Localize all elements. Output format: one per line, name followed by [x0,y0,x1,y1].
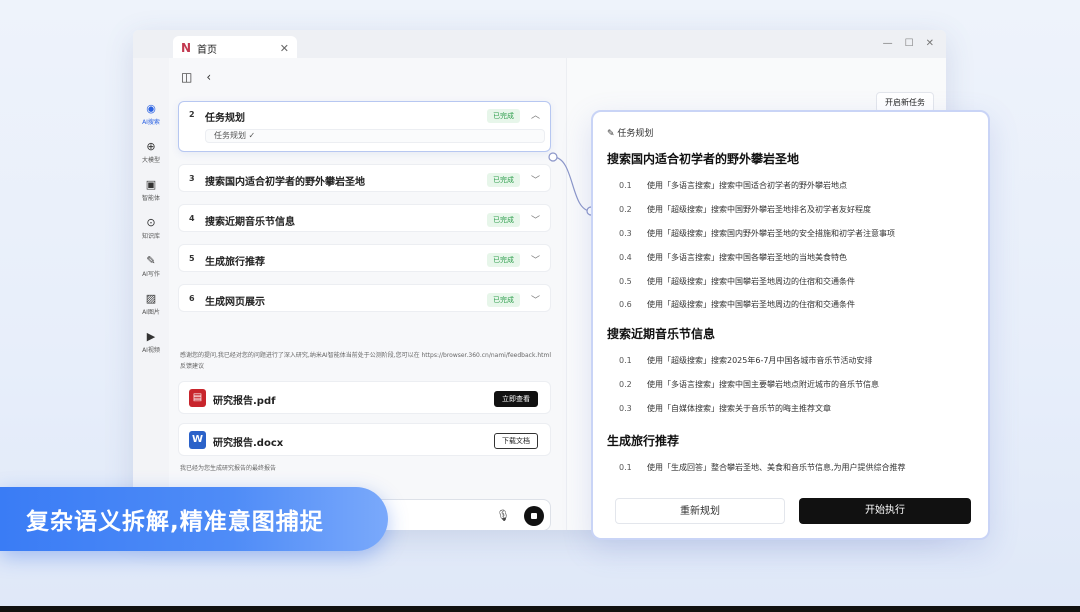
start-execution-button[interactable]: 开始执行 [799,498,971,524]
stop-button[interactable] [524,506,544,526]
promo-banner: 复杂语义拆解,精准意图捕捉 [0,487,388,551]
banner-text: 复杂语义拆解,精准意图捕捉 [26,509,324,535]
plan-step: 0.3 使用「自媒体搜索」搜索关于音乐节的晦主推荐文章 [619,404,831,413]
rail-item-agent[interactable]: ▣ 智能体 [133,178,169,202]
sidebar-toggle-icon[interactable]: ◫ [181,70,192,84]
plan-header: ✎ 任务规划 [607,129,654,139]
rail-item-writing[interactable]: ✎ AI写作 [133,254,169,278]
status-badge: 已完成 [487,213,520,227]
agent-icon: ▣ [145,178,157,191]
plan-card: ✎ 任务规划 搜索国内适合初学者的野外攀岩圣地 0.1 使用「多语言搜索」搜索中国… [591,110,990,540]
feedback-notice: 感谢您的提问,我已经对您的问题进行了深入研究,纳米AI智能体当前处于公测阶段,您… [180,352,552,370]
window-close-icon[interactable]: ✕ [926,38,934,49]
replan-button[interactable]: 重新规划 [615,498,785,524]
chevron-down-icon[interactable]: ﹀ [531,253,540,266]
search-icon: ◉ [146,102,156,115]
task-item[interactable]: 4 搜索近期音乐节信息 已完成 ﹀ [178,204,551,232]
section-title: 搜索近期音乐节信息 [607,327,716,341]
plan-step: 0.2 使用「多语言搜索」搜索中国主要攀岩地点附近城市的音乐节信息 [619,380,879,389]
knowledge-icon: ⊙ [146,216,156,229]
rail-item-video[interactable]: ▶ AI视频 [133,330,169,354]
chevron-up-icon[interactable]: ︿ [531,108,540,121]
minimize-icon[interactable]: — [883,38,893,49]
file-card-pdf[interactable]: ▤ 研究报告.pdf 立即查看 [178,381,551,414]
tab-home[interactable]: N 首页 ✕ [173,36,297,60]
download-doc-button[interactable]: 下载文档 [494,433,538,449]
plan-step: 0.1 使用「超级搜索」搜索2025年6-7月中国各城市音乐节活动安排 [619,356,873,365]
report-note: 我已经为您生成研究报告的最终报告 [180,465,277,472]
status-badge: 已完成 [487,109,520,123]
plan-step: 0.5 使用「超级搜索」搜索中国攀岩圣地周边的住宿和交通条件 [619,277,855,286]
chevron-down-icon[interactable]: ﹀ [531,213,540,226]
tab-label: 首页 [197,44,218,56]
subtask-tag: 任务规划 ✓ [205,129,545,143]
window-controls: — ☐ ✕ [883,38,934,49]
plan-step: 0.2 使用「超级搜索」搜索中国野外攀岩圣地排名及初学者友好程度 [619,205,871,214]
image-icon: ▨ [145,292,157,305]
left-rail: ◉ AI搜索 ⊕ 大模型 ▣ 智能体 ⊙ 知识库 ✎ AI写作 ▨ AI图片 ▶… [133,58,169,530]
rail-item-knowledge[interactable]: ⊙ 知识库 [133,216,169,240]
task-item[interactable]: 5 生成旅行推荐 已完成 ﹀ [178,244,551,272]
rail-item-ai-search[interactable]: ◉ AI搜索 [133,102,169,126]
close-icon[interactable]: ✕ [280,42,289,55]
view-now-button[interactable]: 立即查看 [494,391,538,407]
back-icon[interactable]: ‹ [206,70,211,84]
word-icon: W [189,431,206,449]
main-toolbar: ◫ ‹ [181,70,211,84]
plan-step: 0.1 使用「生成回答」整合攀岩圣地、美食和音乐节信息,为用户提供综合推荐 [619,463,906,472]
status-badge: 已完成 [487,293,520,307]
edit-icon: ✎ [607,129,618,139]
pdf-icon: ▤ [189,389,206,407]
task-item[interactable]: 3 搜索国内适合初学者的野外攀岩圣地 已完成 ﹀ [178,164,551,192]
task-item[interactable]: 2 任务规划 已完成 ︿ 任务规划 ✓ [178,101,551,152]
plan-step: 0.1 使用「多语言搜索」搜索中国适合初学者的野外攀岩地点 [619,181,847,190]
pen-icon: ✎ [146,254,156,267]
model-icon: ⊕ [146,140,156,153]
plan-step: 0.4 使用「多语言搜索」搜索中国各攀岩圣地的当地美食特色 [619,253,847,262]
rail-item-image[interactable]: ▨ AI图片 [133,292,169,316]
file-card-docx[interactable]: W 研究报告.docx 下载文档 [178,423,551,456]
maximize-icon[interactable]: ☐ [905,38,914,49]
task-item[interactable]: 6 生成网页展示 已完成 ﹀ [178,284,551,312]
title-bar: N 首页 ✕ — ☐ ✕ [133,30,946,60]
bottom-edge [0,606,1080,612]
chat-panel: ◫ ‹ 2 任务规划 已完成 ︿ 任务规划 ✓ 3 搜索国内适合初学者的野外攀岩… [169,58,566,530]
status-badge: 已完成 [487,173,520,187]
status-badge: 已完成 [487,253,520,267]
plan-step: 0.6 使用「超级搜索」搜索中国攀岩圣地周边的住宿和交通条件 [619,300,855,309]
microphone-icon[interactable]: 🎙 [496,509,510,522]
nami-logo-icon: N [181,41,192,55]
section-title: 搜索国内适合初学者的野外攀岩圣地 [607,152,800,166]
chevron-down-icon[interactable]: ﹀ [531,173,540,186]
plan-step: 0.3 使用「超级搜索」搜索国内野外攀岩圣地的安全措施和初学者注意事项 [619,229,895,238]
video-icon: ▶ [146,330,156,343]
chevron-down-icon[interactable]: ﹀ [531,293,540,306]
rail-item-model[interactable]: ⊕ 大模型 [133,140,169,164]
section-title: 生成旅行推荐 [607,434,680,448]
